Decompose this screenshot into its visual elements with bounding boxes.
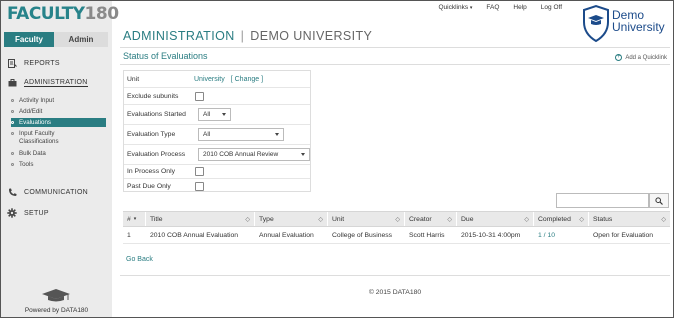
cell-number: 1 [127,231,131,239]
nav-communication[interactable]: COMMUNICATION [1,185,112,199]
sort-icon: ◇ [447,216,452,223]
briefcase-icon [7,78,17,88]
cell-creator: Scott Harris [409,231,445,239]
col-header-number[interactable]: # ▾ [123,212,146,226]
bullet-icon [11,120,14,124]
evaluations-table: # ▾ Title ◇ Type ◇ Unit ◇ Creator ◇ Due ◇ Comp… [123,211,670,244]
sub-activity-input[interactable]: Activity Input [11,97,107,104]
footer-copyright: © 2015 DATA180 [368,289,422,296]
bullet-icon [11,162,14,166]
phone-icon [7,187,17,197]
caret-down-icon [222,113,226,116]
cell-completed-link[interactable]: 1 / 10 [534,227,589,243]
cell-unit: College of Business [332,231,393,239]
caret-down-icon [275,133,279,136]
in-process-only-checkbox[interactable] [195,167,204,176]
evaluation-process-select[interactable]: 2010 COB Annual Review [198,148,310,161]
change-unit-link[interactable]: [ Change ] [231,76,263,83]
table-header: # ▾ Title ◇ Type ◇ Unit ◇ Creator ◇ Due ◇ Comp… [123,211,670,227]
reports-icon [7,58,17,68]
sort-icon: ◇ [579,216,584,223]
nav-setup-label: SETUP [24,209,49,217]
sort-icon: ◇ [395,216,400,223]
cell-status: Open for Evaluation [593,231,654,239]
filter-unit-row: Unit University [ Change ] [124,71,310,88]
nav-administration[interactable]: ADMINISTRATION [1,76,112,90]
nav-reports[interactable]: REPORTS [1,56,112,70]
sort-icon: ◇ [245,216,250,223]
cell-due: 2015-10-31 4:00pm [461,231,521,239]
table-row[interactable]: 1 2010 COB Annual Evaluation Annual Eval… [123,227,670,244]
nav-communication-label: COMMUNICATION [24,188,89,196]
sidebar: FACULTY180 Faculty Admin REPORTS ADMINIS… [1,1,119,317]
bullet-icon [11,98,14,102]
col-header-due[interactable]: Due ◇ [457,212,534,226]
filter-exclude-row: Exclude subunits [124,88,310,105]
bullet-icon [11,109,14,113]
nav-reports-label: REPORTS [24,59,60,67]
faq-link[interactable]: FAQ [486,4,499,11]
caret-down-icon: ▾ [469,5,473,11]
col-header-creator[interactable]: Creator ◇ [405,212,457,226]
powered-by: Powered by DATA180 [24,307,89,314]
role-tabs: Faculty Admin [4,32,108,47]
cell-type: Annual Evaluation [259,231,314,239]
go-back-link[interactable]: Go Back [126,256,153,263]
plus-circle-icon: + [615,54,623,61]
search-button[interactable] [649,193,669,208]
caret-down-icon [301,153,305,156]
sort-icon: ◇ [318,216,323,223]
col-header-status[interactable]: Status ◇ [589,212,670,226]
sort-icon: ◇ [661,216,666,223]
faculty180-logo[interactable]: FACULTY180 [7,4,119,24]
gear-icon [7,208,17,218]
nav-administration-label: ADMINISTRATION [24,79,88,87]
col-header-title[interactable]: Title ◇ [146,212,255,226]
sub-add-edit[interactable]: Add/Edit [11,108,107,115]
cell-title: 2010 COB Annual Evaluation [150,231,239,239]
sort-desc-icon: ▾ [133,216,137,222]
tab-faculty[interactable]: Faculty [4,32,54,47]
sub-bulk-data[interactable]: Bulk Data [11,150,107,157]
col-header-type[interactable]: Type ◇ [255,212,328,226]
filter-type-row: Evaluation Type All [124,125,310,145]
col-header-completed[interactable]: Completed ◇ [534,212,589,226]
logoff-link[interactable]: Log Off [541,4,562,11]
add-quicklink-button[interactable]: + Add a Quicklink [615,54,667,61]
university-name: Demo University [612,8,665,34]
col-header-unit[interactable]: Unit ◇ [328,212,405,226]
divider [120,64,670,65]
sub-input-faculty-classifications[interactable]: Input Faculty Classifications [11,130,107,146]
filter-pastdue-row: Past Due Only [124,179,310,193]
sort-icon: ◇ [524,216,529,223]
tab-admin[interactable]: Admin [54,32,108,47]
bullet-icon [11,131,14,135]
top-links: Quicklinks ▾ FAQ Help Log Off [438,4,562,11]
section-title: Status of Evaluations [123,51,208,61]
bullet-icon [11,151,14,155]
nav-setup[interactable]: SETUP [1,206,112,220]
filter-inprocess-row: In Process Only [124,165,310,179]
evaluations-started-select[interactable]: All [198,108,231,121]
filter-started-row: Evaluations Started All [124,105,310,125]
graduation-cap-icon [42,289,70,302]
past-due-only-checkbox[interactable] [195,181,204,191]
quicklinks-menu[interactable]: Quicklinks ▾ [438,4,472,11]
filter-panel: Unit University [ Change ] Exclude subun… [123,70,311,192]
sub-tools[interactable]: Tools [11,161,107,168]
divider [120,47,670,48]
divider [120,275,670,276]
help-link[interactable]: Help [513,4,526,11]
search-icon [655,196,663,205]
sub-evaluations[interactable]: Evaluations [11,118,106,127]
evaluation-type-select[interactable]: All [198,128,284,141]
page-title: ADMINISTRATION | DEMO UNIVERSITY [123,29,373,43]
filter-process-row: Evaluation Process 2010 COB Annual Revie… [124,145,310,165]
unit-value: University [194,75,225,83]
title-divider: | [240,29,245,43]
search-input[interactable] [556,193,649,208]
exclude-subunits-checkbox[interactable] [195,91,204,101]
